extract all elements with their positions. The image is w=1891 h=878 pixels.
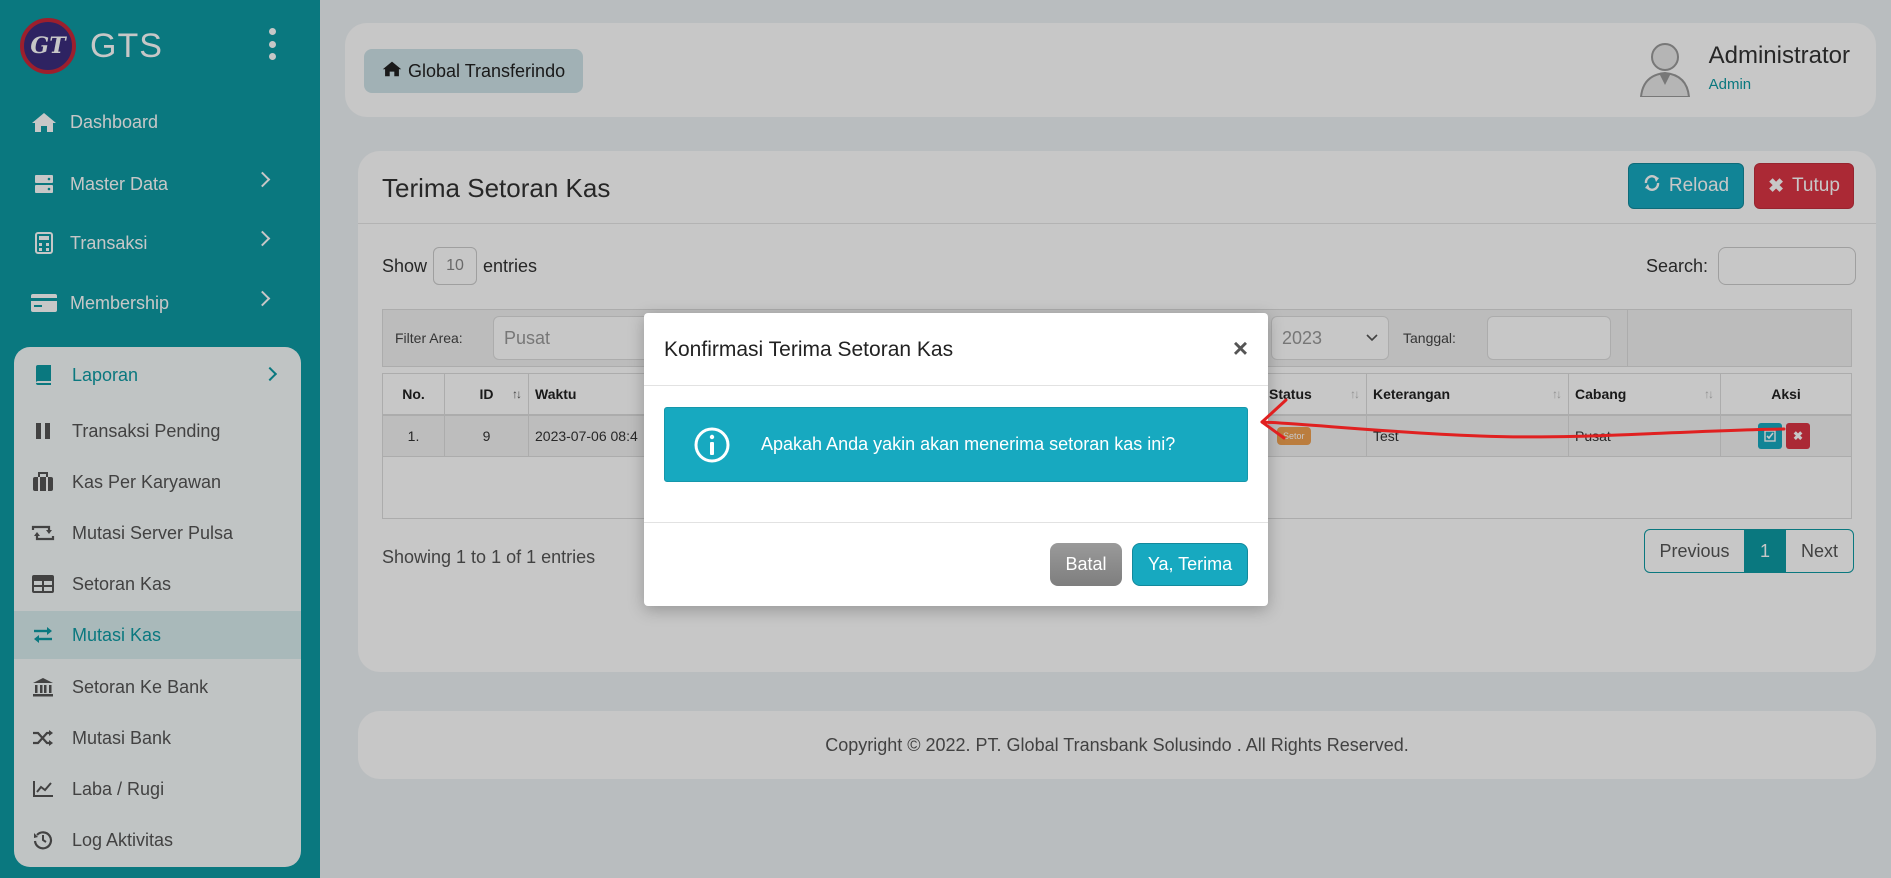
cancel-button[interactable]: Batal <box>1050 543 1122 586</box>
divider <box>644 385 1268 386</box>
modal-close-icon[interactable]: × <box>1233 333 1248 364</box>
modal-title: Konfirmasi Terima Setoran Kas <box>664 338 954 361</box>
info-alert: Apakah Anda yakin akan menerima setoran … <box>664 407 1248 482</box>
confirm-modal: Konfirmasi Terima Setoran Kas × Apakah A… <box>644 313 1268 606</box>
divider <box>644 522 1268 523</box>
info-icon <box>694 427 730 462</box>
confirm-button[interactable]: Ya, Terima <box>1132 543 1248 586</box>
alert-message: Apakah Anda yakin akan menerima setoran … <box>761 434 1176 454</box>
